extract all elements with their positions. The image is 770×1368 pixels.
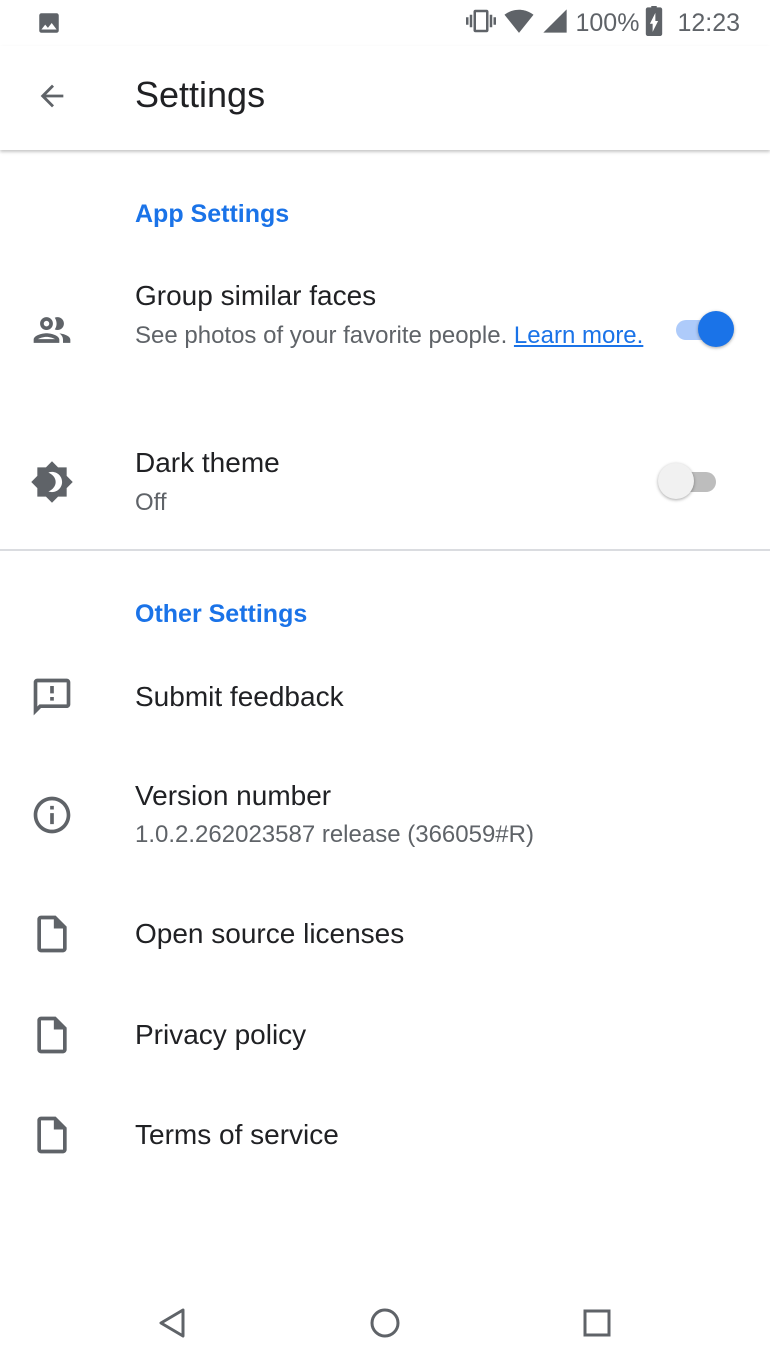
people-icon (28, 306, 76, 354)
status-bar: 100% 12:23 (0, 0, 770, 46)
dark-theme-status: Off (135, 489, 167, 516)
app-bar: Settings (0, 46, 770, 150)
section-header-app-settings: App Settings (135, 200, 290, 228)
terms-of-service-item[interactable]: Terms of service (0, 1085, 770, 1180)
nav-home-icon (369, 1307, 401, 1344)
group-faces-subtitle: See photos of your favorite people. Lear… (135, 320, 655, 351)
toggle-thumb (698, 311, 734, 347)
section-divider (0, 549, 770, 551)
cell-signal-icon (541, 7, 569, 40)
arrow-back-icon (35, 79, 69, 118)
group-faces-toggle[interactable] (672, 309, 734, 349)
document-icon (28, 910, 76, 958)
nav-back-icon (157, 1307, 187, 1344)
document-icon (28, 1011, 76, 1059)
nav-recents-icon (582, 1308, 612, 1343)
open-source-licenses-item[interactable]: Open source licenses (0, 885, 770, 980)
section-header-other-settings: Other Settings (135, 600, 308, 628)
battery-charging-icon (645, 5, 663, 41)
page-title: Settings (135, 74, 266, 115)
clock: 12:23 (677, 8, 740, 37)
nav-home-button[interactable] (360, 1300, 410, 1350)
nav-back-button[interactable] (147, 1300, 197, 1350)
group-faces-title: Group similar faces (135, 280, 377, 311)
back-button[interactable] (26, 72, 78, 124)
vibrate-icon (465, 6, 497, 41)
privacy-policy-label: Privacy policy (135, 1019, 307, 1050)
brightness-icon (28, 458, 76, 506)
battery-percent: 100% (575, 8, 640, 37)
open-source-licenses-label: Open source licenses (135, 918, 405, 949)
version-number-value: 1.0.2.262023587 release (366059#R) (135, 821, 534, 848)
status-icons: 100% 12:23 (465, 5, 740, 41)
version-number-label: Version number (135, 780, 332, 811)
navigation-bar (0, 1278, 770, 1368)
toggle-thumb (658, 463, 694, 499)
dark-theme-setting[interactable]: Dark theme Off (0, 425, 770, 545)
document-icon (28, 1111, 76, 1159)
wifi-icon (503, 6, 535, 41)
dark-theme-title: Dark theme (135, 447, 280, 478)
privacy-policy-item[interactable]: Privacy policy (0, 985, 770, 1080)
dark-theme-toggle[interactable] (658, 461, 720, 501)
version-number-item[interactable]: Version number 1.0.2.262023587 release (… (0, 760, 770, 870)
info-icon (28, 791, 76, 839)
image-icon (36, 10, 62, 41)
submit-feedback-item[interactable]: Submit feedback (0, 650, 770, 745)
nav-recents-button[interactable] (572, 1300, 622, 1350)
learn-more-link[interactable]: Learn more. (514, 322, 643, 349)
terms-of-service-label: Terms of service (135, 1119, 339, 1150)
group-faces-description: See photos of your favorite people. (135, 322, 514, 349)
feedback-icon (28, 673, 76, 721)
submit-feedback-label: Submit feedback (135, 681, 344, 712)
group-similar-faces-setting[interactable]: Group similar faces See photos of your f… (0, 260, 770, 410)
